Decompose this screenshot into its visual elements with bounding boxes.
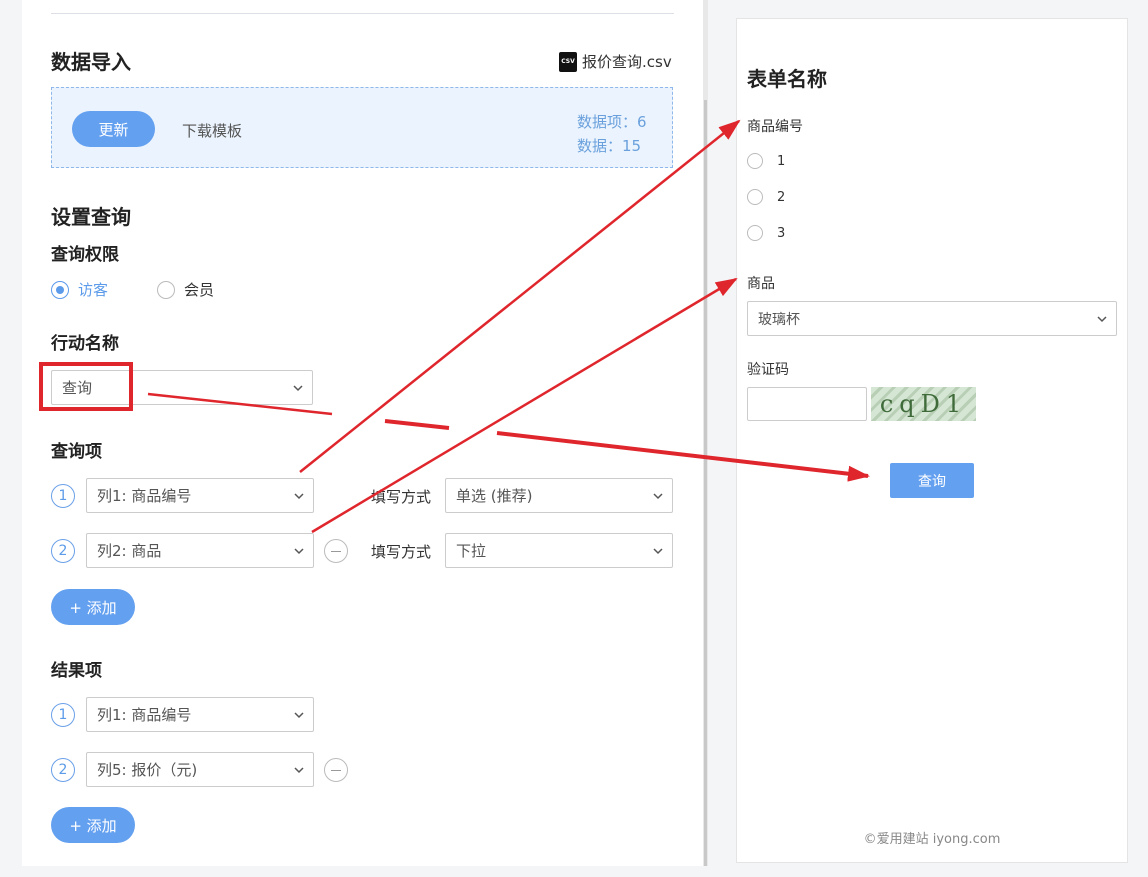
radio-icon xyxy=(157,280,175,299)
footer-copyright: ©爱用建站 iyong.com xyxy=(863,832,1001,847)
result-item-column-value: 列1: 商品编号 xyxy=(97,706,192,724)
chevron-down-icon xyxy=(294,548,304,555)
query-item-column-select[interactable]: 列2: 商品 xyxy=(86,533,314,568)
permission-option-label: 会员 xyxy=(184,281,215,299)
query-item-number: 2 xyxy=(51,539,75,563)
query-item-mode-select[interactable]: 下拉 xyxy=(445,533,673,568)
chevron-down-icon xyxy=(294,712,304,719)
file-name: 报价查询.csv xyxy=(582,53,672,71)
result-item-column-select[interactable]: 列5: 报价（元) xyxy=(86,752,314,787)
submit-query-button[interactable]: 查询 xyxy=(890,463,974,498)
fill-mode-label: 填写方式 xyxy=(371,488,432,506)
query-item-mode-value: 下拉 xyxy=(456,542,487,560)
permission-option-label: 访客 xyxy=(78,281,109,299)
update-button[interactable]: 更新 xyxy=(72,111,155,147)
csv-file-link[interactable]: CSV 报价查询.csv xyxy=(559,51,672,72)
query-item-column-select[interactable]: 列1: 商品编号 xyxy=(86,478,314,513)
chevron-down-icon xyxy=(653,493,663,500)
remove-result-item-button[interactable] xyxy=(324,758,348,782)
fill-mode-label: 填写方式 xyxy=(371,543,432,561)
setup-query-title: 设置查询 xyxy=(51,205,131,229)
product-code-option[interactable]: 3 xyxy=(747,225,785,241)
chevron-down-icon xyxy=(293,385,303,392)
product-select-value: 玻璃杯 xyxy=(758,311,800,328)
result-items-title: 结果项 xyxy=(51,661,102,681)
add-result-item-button[interactable]: + 添加 xyxy=(51,807,135,843)
captcha-label: 验证码 xyxy=(747,362,789,378)
permission-option-member[interactable]: 会员 xyxy=(157,279,214,300)
query-item-column-value: 列1: 商品编号 xyxy=(97,487,192,505)
radio-icon xyxy=(747,153,763,169)
remove-query-item-button[interactable] xyxy=(324,539,348,563)
field-product-label: 商品 xyxy=(747,276,775,292)
annotation-highlight-box xyxy=(39,362,133,411)
scrollbar-thumb[interactable] xyxy=(704,100,707,866)
captcha-input[interactable] xyxy=(747,387,867,421)
captcha-image[interactable]: cqD1 xyxy=(871,387,976,421)
query-items-title: 查询项 xyxy=(51,442,102,462)
csv-file-icon: CSV xyxy=(559,51,577,72)
query-setup-panel: 数据导入 CSV 报价查询.csv 更新 下载模板 数据项：6 数据：15 设置… xyxy=(22,0,705,866)
query-item-mode-select[interactable]: 单选 (推荐) xyxy=(445,478,673,513)
result-item-column-select[interactable]: 列1: 商品编号 xyxy=(86,697,314,732)
result-item-number: 2 xyxy=(51,758,75,782)
product-code-option[interactable]: 1 xyxy=(747,153,785,169)
query-item-number: 1 xyxy=(51,484,75,508)
product-select[interactable]: 玻璃杯 xyxy=(747,301,1117,336)
radio-checked-icon xyxy=(51,280,69,299)
data-import-title: 数据导入 xyxy=(51,50,131,74)
import-box: 更新 下载模板 数据项：6 数据：15 xyxy=(51,87,673,168)
query-item-mode-value: 单选 (推荐) xyxy=(456,487,533,505)
add-query-item-button[interactable]: + 添加 xyxy=(51,589,135,625)
chevron-down-icon xyxy=(294,493,304,500)
product-code-option-label: 1 xyxy=(777,153,786,169)
form-title: 表单名称 xyxy=(747,67,827,91)
permission-title: 查询权限 xyxy=(51,245,119,265)
field-product-code-label: 商品编号 xyxy=(747,119,803,135)
action-name-title: 行动名称 xyxy=(51,334,119,354)
permission-option-visitor[interactable]: 访客 xyxy=(51,279,108,300)
chevron-down-icon xyxy=(294,767,304,774)
result-item-column-value: 列5: 报价（元) xyxy=(97,761,198,779)
form-preview-panel: 表单名称 商品编号 1 2 3 商品 玻璃杯 验证码 cqD1 查询 ©爱用建站… xyxy=(736,18,1128,863)
chevron-down-icon xyxy=(1097,316,1107,323)
query-item-column-value: 列2: 商品 xyxy=(97,542,162,560)
result-item-number: 1 xyxy=(51,703,75,727)
divider xyxy=(51,13,674,14)
radio-icon xyxy=(747,189,763,205)
stat-data-rows: 数据：15 xyxy=(577,137,642,155)
stat-data-items: 数据项：6 xyxy=(577,113,647,131)
product-code-option-label: 3 xyxy=(777,225,786,241)
product-code-option-label: 2 xyxy=(777,189,786,205)
chevron-down-icon xyxy=(653,548,663,555)
download-template-link[interactable]: 下载模板 xyxy=(182,120,242,141)
product-code-option[interactable]: 2 xyxy=(747,189,785,205)
radio-icon xyxy=(747,225,763,241)
